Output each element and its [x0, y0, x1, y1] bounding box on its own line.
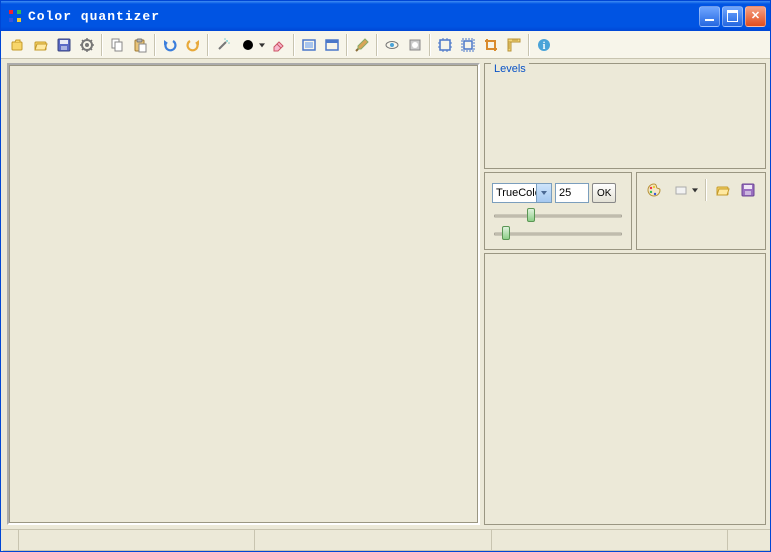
magic-wand-button[interactable] [212, 34, 234, 56]
maximize-button[interactable] [722, 6, 743, 27]
eraser-button[interactable] [268, 34, 290, 56]
main-body: Levels TrueColor 25 OK [1, 59, 770, 529]
crop-manual-button[interactable] [480, 34, 502, 56]
quantize-input-row: TrueColor 25 OK [492, 183, 624, 203]
image-canvas[interactable] [9, 65, 478, 523]
toolbar-separator [528, 34, 530, 56]
paste-button[interactable] [129, 34, 151, 56]
toolbar-separator [346, 34, 348, 56]
svg-text:i: i [543, 41, 546, 52]
statusbar [1, 529, 770, 551]
window-title: Color quantizer [28, 9, 699, 24]
titlebar: Color quantizer [1, 1, 770, 31]
browse-folder-button[interactable] [30, 34, 52, 56]
chevron-down-icon [692, 188, 698, 192]
slider-track [494, 215, 622, 218]
slider-thumb[interactable] [502, 226, 510, 240]
image-canvas-panel [7, 63, 480, 525]
actual-size-button[interactable] [321, 34, 343, 56]
window-controls [699, 6, 766, 27]
status-cell [3, 530, 19, 551]
crop-outside-button[interactable] [457, 34, 479, 56]
palette-icon-button[interactable] [643, 179, 665, 201]
right-sidebar: Levels TrueColor 25 OK [484, 61, 766, 525]
ruler-button[interactable] [503, 34, 525, 56]
palette-preset-dropdown[interactable] [668, 179, 700, 201]
close-button[interactable] [745, 6, 766, 27]
app-icon [7, 8, 23, 24]
copy-button[interactable] [106, 34, 128, 56]
fit-window-button[interactable] [298, 34, 320, 56]
toolbar-separator [705, 179, 707, 201]
open-file-button[interactable] [7, 34, 29, 56]
brush-button[interactable] [351, 34, 373, 56]
save-button[interactable] [53, 34, 75, 56]
status-cell [19, 530, 255, 551]
color-swatch-dropdown[interactable] [235, 34, 267, 56]
slider-track [494, 233, 622, 236]
toolbar-separator [376, 34, 378, 56]
info-button[interactable]: i [533, 34, 555, 56]
levels-panel: Levels [484, 63, 766, 169]
preview-eye-button[interactable] [381, 34, 403, 56]
ok-button[interactable]: OK [592, 183, 616, 203]
ok-button-label: OK [597, 188, 611, 199]
preview-panel [484, 253, 766, 525]
toolbar-separator [207, 34, 209, 56]
levels-panel-title: Levels [491, 63, 529, 75]
status-cell [255, 530, 491, 551]
toolbar-separator [293, 34, 295, 56]
slider-1[interactable] [492, 211, 624, 221]
save-palette-button[interactable] [737, 179, 759, 201]
open-palette-button[interactable] [712, 179, 734, 201]
color-mode-select[interactable]: TrueColor [492, 183, 552, 203]
crop-inside-button[interactable] [434, 34, 456, 56]
chevron-down-icon [536, 184, 551, 202]
minimize-button[interactable] [699, 6, 720, 27]
toolbar-separator [154, 34, 156, 56]
app-window: Color quantizer i [0, 0, 771, 552]
controls-row: TrueColor 25 OK [484, 172, 766, 250]
mask-button[interactable] [404, 34, 426, 56]
color-count-value: 25 [559, 187, 571, 199]
palette-tools-panel [636, 172, 766, 250]
chevron-down-icon [259, 43, 265, 47]
status-cell [728, 530, 770, 551]
color-count-input[interactable]: 25 [555, 183, 589, 203]
settings-button[interactable] [76, 34, 98, 56]
slider-2[interactable] [492, 229, 624, 239]
toolbar-separator [429, 34, 431, 56]
slider-thumb[interactable] [527, 208, 535, 222]
toolbar-separator [101, 34, 103, 56]
main-toolbar: i [1, 31, 770, 59]
undo-button[interactable] [159, 34, 181, 56]
quantize-controls-panel: TrueColor 25 OK [484, 172, 632, 250]
status-cell [492, 530, 728, 551]
redo-button[interactable] [182, 34, 204, 56]
